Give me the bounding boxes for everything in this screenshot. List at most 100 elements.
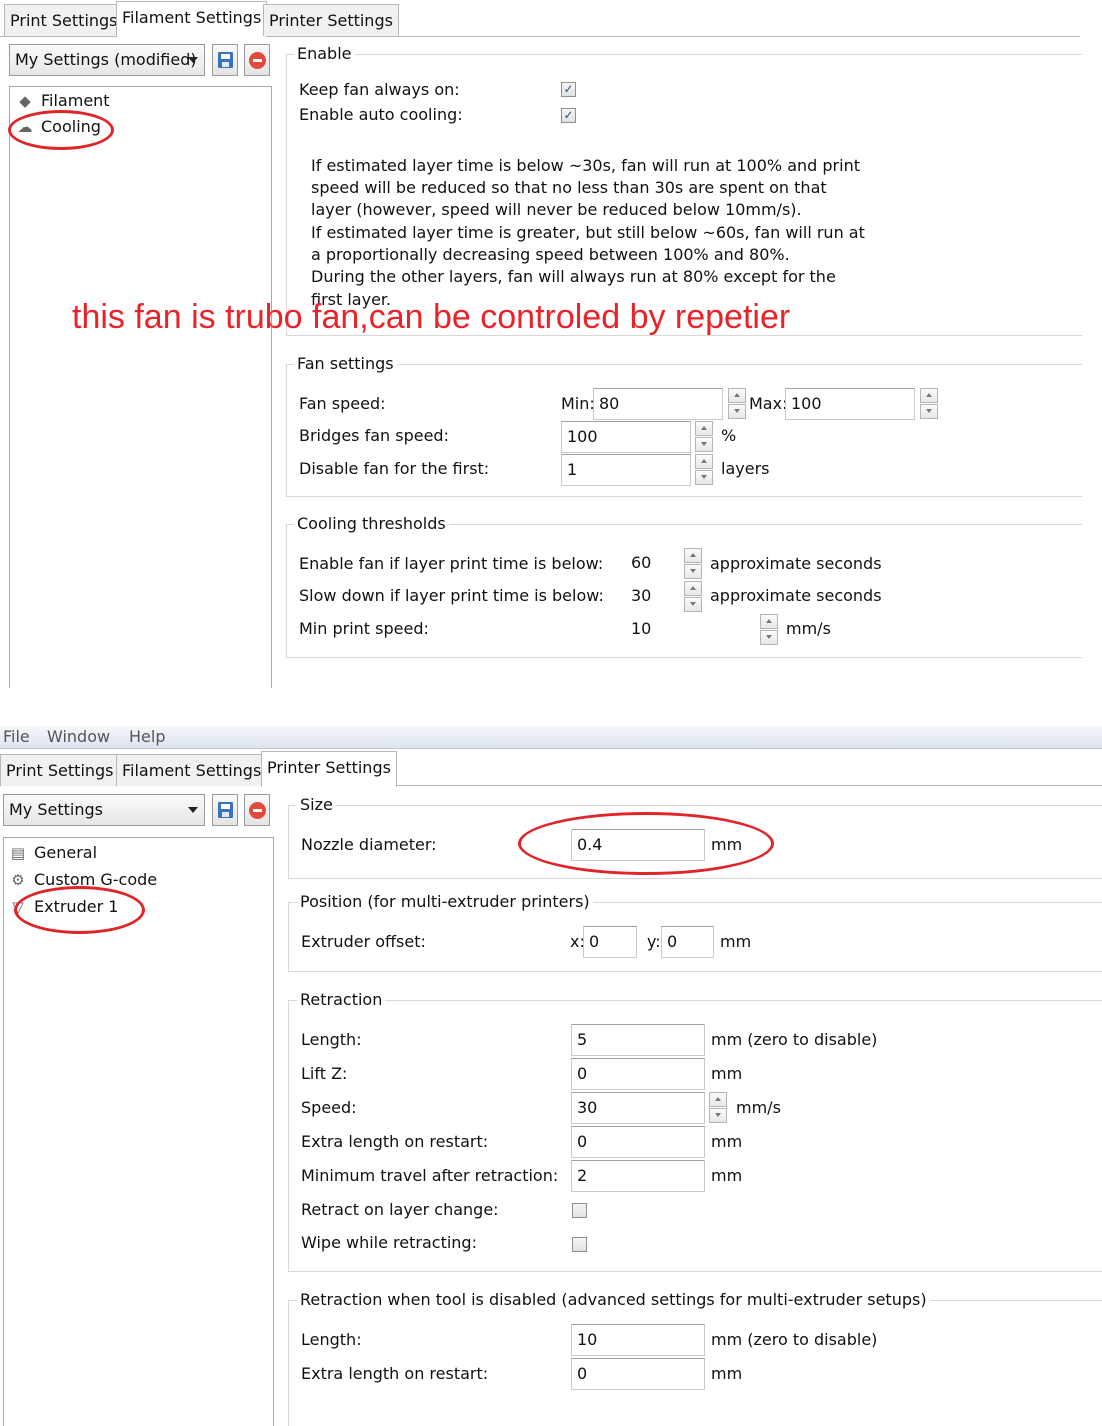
retract-layer-change-checkbox[interactable] <box>572 1203 587 1218</box>
enable-fan-threshold-unit: approximate seconds <box>710 554 882 573</box>
auto-cooling-checkbox[interactable]: ✓ <box>561 108 576 123</box>
tab-filament-settings[interactable]: Filament Settings <box>116 754 268 786</box>
offset-unit: mm <box>720 932 752 951</box>
spin-up-icon[interactable] <box>684 581 702 596</box>
chevron-down-icon <box>188 57 198 63</box>
spin-down-icon[interactable] <box>684 597 702 612</box>
tab-printer-settings[interactable]: Printer Settings <box>261 751 397 787</box>
bridges-fan-spinner[interactable] <box>695 421 713 453</box>
disable-fan-label: Disable fan for the first: <box>299 459 490 478</box>
retraction-length-input[interactable]: 5 <box>571 1024 705 1056</box>
retraction-speed-input[interactable]: 30 <box>571 1092 705 1124</box>
extra-length-input[interactable]: 0 <box>571 1126 705 1158</box>
spin-up-icon[interactable] <box>684 548 702 563</box>
min-print-speed-unit: mm/s <box>786 619 831 638</box>
tool-disabled-extra-length-unit: mm <box>711 1364 743 1383</box>
disable-fan-input[interactable]: 1 <box>561 454 691 486</box>
spin-down-icon[interactable] <box>684 564 702 579</box>
highlight-circle <box>8 110 114 150</box>
tab-print-settings[interactable]: Print Settings <box>4 4 124 36</box>
fan-max-spinner[interactable] <box>920 388 938 420</box>
preset-select[interactable]: My Settings <box>3 794 205 826</box>
cooling-description-line: layer (however, speed will never be redu… <box>311 200 802 219</box>
wipe-retracting-checkbox[interactable] <box>572 1237 587 1252</box>
spin-up-icon[interactable] <box>695 421 713 436</box>
max-label: Max: <box>749 394 788 413</box>
save-icon <box>218 52 233 68</box>
keep-fan-checkbox[interactable]: ✓ <box>561 82 576 97</box>
keep-fan-label: Keep fan always on: <box>299 80 460 99</box>
offset-x-input[interactable]: 0 <box>583 926 637 958</box>
slow-down-threshold-input[interactable]: 30 <box>631 581 676 613</box>
delete-icon <box>249 802 266 819</box>
spin-up-icon[interactable] <box>695 454 713 469</box>
save-preset-button[interactable] <box>212 44 238 76</box>
retraction-speed-spinner[interactable] <box>709 1092 727 1124</box>
chevron-down-icon <box>188 807 198 813</box>
retraction-length-label: Length: <box>301 1030 362 1049</box>
tab-print-settings[interactable]: Print Settings <box>0 754 120 786</box>
retract-layer-change-label: Retract on layer change: <box>301 1200 499 1219</box>
slow-down-threshold-unit: approximate seconds <box>710 586 882 605</box>
spin-down-icon[interactable] <box>920 404 938 419</box>
cooling-description-line: a proportionally decreasing speed betwee… <box>311 245 790 264</box>
retraction-speed-label: Speed: <box>301 1098 357 1117</box>
tool-disabled-extra-length-label: Extra length on restart: <box>301 1364 489 1383</box>
auto-cooling-label: Enable auto cooling: <box>299 105 463 124</box>
extruder-offset-label: Extruder offset: <box>301 932 426 951</box>
disable-fan-spinner[interactable] <box>695 454 713 486</box>
tool-disabled-extra-length-input[interactable]: 0 <box>571 1358 705 1390</box>
tool-disabled-length-label: Length: <box>301 1330 362 1349</box>
enable-fan-threshold-input[interactable]: 60 <box>631 548 676 580</box>
save-preset-button[interactable] <box>212 794 238 826</box>
gear-icon: ⚙ <box>11 871 25 889</box>
retraction-length-unit: mm (zero to disable) <box>711 1030 878 1049</box>
filament-settings-panel: Print Settings Filament Settings Printer… <box>0 0 1102 688</box>
menu-window[interactable]: Window <box>47 726 110 748</box>
min-print-speed-input[interactable]: 10 <box>631 614 676 646</box>
spin-down-icon[interactable] <box>728 404 746 419</box>
preset-select[interactable]: My Settings (modified) <box>9 44 205 76</box>
group-title: Retraction <box>297 990 386 1009</box>
fan-speed-label: Fan speed: <box>299 394 386 413</box>
tab-printer-settings[interactable]: Printer Settings <box>263 4 399 36</box>
tool-disabled-length-unit: mm (zero to disable) <box>711 1330 878 1349</box>
spin-up-icon[interactable] <box>760 614 778 629</box>
enable-fan-threshold-label: Enable fan if layer print time is below: <box>299 554 604 573</box>
spin-up-icon[interactable] <box>709 1092 727 1107</box>
fan-max-input[interactable]: 100 <box>785 388 915 420</box>
fan-min-spinner[interactable] <box>728 388 746 420</box>
group-title: Cooling thresholds <box>294 514 449 533</box>
bridges-fan-label: Bridges fan speed: <box>299 426 449 445</box>
retraction-speed-unit: mm/s <box>736 1098 781 1117</box>
tab-filament-settings[interactable]: Filament Settings <box>116 1 268 37</box>
fan-min-input[interactable]: 80 <box>593 388 723 420</box>
lift-z-unit: mm <box>711 1064 743 1083</box>
spin-down-icon[interactable] <box>760 630 778 645</box>
menu-file[interactable]: File <box>3 726 30 748</box>
tree-item-general[interactable]: ▤ General <box>8 841 97 865</box>
spin-down-icon[interactable] <box>695 470 713 485</box>
min-print-speed-spinner[interactable] <box>760 614 778 646</box>
spin-down-icon[interactable] <box>709 1108 727 1123</box>
lift-z-input[interactable]: 0 <box>571 1058 705 1090</box>
slow-down-threshold-spinner[interactable] <box>684 581 702 613</box>
spin-down-icon[interactable] <box>695 437 713 452</box>
bridges-fan-input[interactable]: 100 <box>561 421 691 453</box>
filament-icon: ◆ <box>19 92 31 110</box>
cooling-description-line: During the other layers, fan will always… <box>311 267 836 286</box>
spin-up-icon[interactable] <box>728 388 746 403</box>
menu-help[interactable]: Help <box>129 726 165 748</box>
printer-settings-panel: File Window Help Print Settings Filament… <box>0 726 1102 1426</box>
spin-up-icon[interactable] <box>920 388 938 403</box>
group-title: Size <box>297 795 336 814</box>
offset-y-input[interactable]: 0 <box>661 926 714 958</box>
min-travel-label: Minimum travel after retraction: <box>301 1166 559 1185</box>
min-travel-input[interactable]: 2 <box>571 1160 705 1192</box>
delete-preset-button[interactable] <box>244 794 270 826</box>
enable-fan-threshold-spinner[interactable] <box>684 548 702 580</box>
tool-disabled-length-input[interactable]: 10 <box>571 1324 705 1356</box>
bridges-unit: % <box>721 426 737 445</box>
cooling-description-line: If estimated layer time is below ~30s, f… <box>311 156 860 175</box>
delete-preset-button[interactable] <box>244 44 270 76</box>
